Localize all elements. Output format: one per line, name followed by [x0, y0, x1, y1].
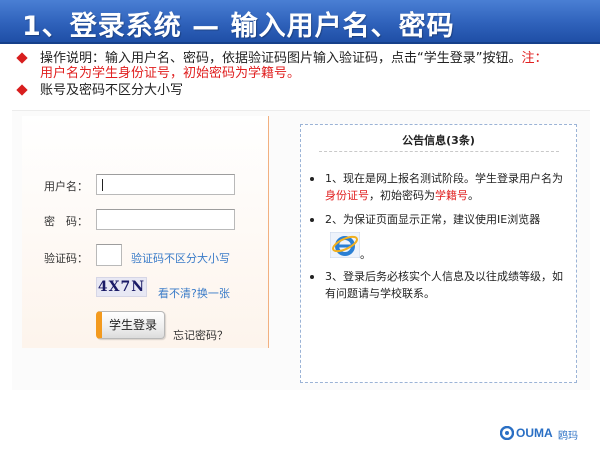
bullet-dot-icon	[310, 177, 314, 181]
username-input[interactable]	[96, 174, 235, 195]
password-label: 密 码：	[44, 215, 88, 228]
captcha-hint: 验证码不区分大小写	[131, 252, 230, 265]
title-bar: 1、登录系统 — 输入用户名、密码	[0, 0, 600, 44]
captcha-image: 4X7N	[96, 277, 147, 297]
bullet-case-insensitive: 账号及密码不区分大小写	[16, 83, 318, 101]
notice-item: 1、现在是网上报名测试阶段。学生登录用户名为身份证号，初始密码为学籍号。	[310, 170, 572, 206]
bullet-instructions: 操作说明：输入用户名、密码，依据验证码图片输入验证码，点击“学生登录”按钮。注：…	[16, 51, 588, 85]
bullet-dot-icon	[310, 218, 314, 222]
case-insensitive-text: 账号及密码不区分大小写	[40, 83, 184, 98]
bullet-dot-icon	[310, 275, 314, 279]
notice-divider	[319, 151, 559, 152]
notice-title: 公告信息(3条)	[402, 134, 475, 147]
logo-cn: 鸥玛	[558, 431, 578, 442]
ie-period: 。	[360, 248, 371, 261]
password-input[interactable]	[96, 209, 235, 230]
slide: 1、登录系统 — 输入用户名、密码 操作说明：输入用户名、密码，依据验证码图片输…	[0, 0, 600, 450]
slide-title: 1、登录系统 — 输入用户名、密码	[22, 11, 455, 42]
text-caret	[102, 179, 103, 191]
instruction-text: 操作说明：输入用户名、密码，依据验证码图片输入验证码，点击“学生登录”按钮。	[40, 51, 522, 66]
refresh-captcha-link[interactable]: 看不清?换一张	[158, 285, 230, 301]
username-label: 用户名：	[44, 180, 88, 193]
notice-highlight-idcard: 身份证号	[325, 189, 369, 202]
bullet-diamond-icon	[16, 52, 28, 64]
notice-highlight-xueji: 学籍号	[435, 189, 468, 202]
bullet-diamond-icon	[16, 84, 28, 96]
ouma-logo: OUMA 鸥玛	[500, 424, 592, 442]
student-login-button[interactable]: 学生登录	[96, 311, 165, 339]
ie-browser-icon	[330, 232, 360, 258]
forgot-password-link[interactable]: 忘记密码？	[173, 327, 228, 343]
captcha-label: 验证码：	[44, 252, 88, 265]
notice-item: 3、登录后务必核实个人信息及以往成绩等级，如有问题请与学校联系。	[310, 268, 572, 304]
notice-item: 2、为保证页面显示正常，建议使用IE浏览器	[310, 211, 572, 229]
logo-text: OUMA	[516, 426, 553, 440]
captcha-input[interactable]	[96, 244, 122, 266]
ouma-logo-icon	[500, 426, 514, 440]
